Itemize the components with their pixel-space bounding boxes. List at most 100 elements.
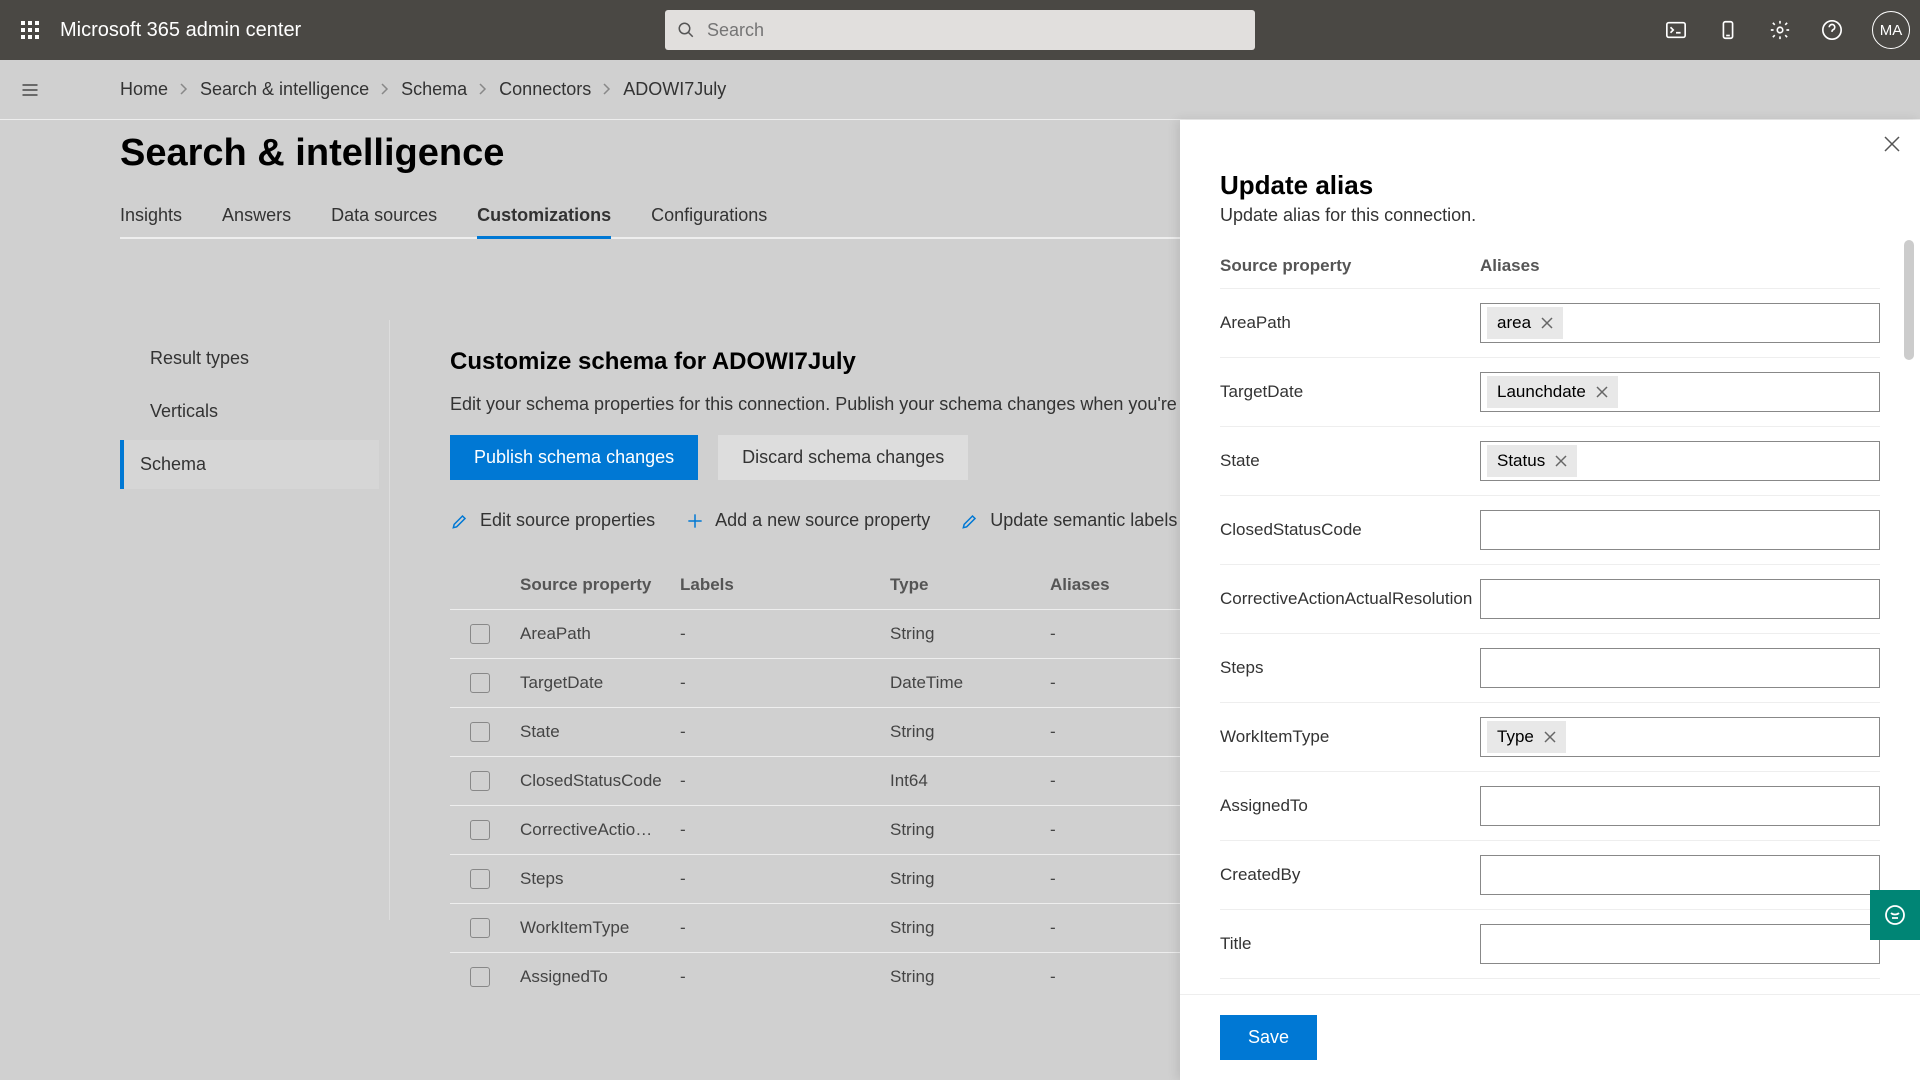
search-box[interactable] bbox=[665, 10, 1255, 50]
alias-input[interactable] bbox=[1480, 510, 1880, 550]
tab-answers[interactable]: Answers bbox=[222, 195, 291, 239]
row-checkbox[interactable] bbox=[470, 673, 490, 693]
chip-remove-icon[interactable] bbox=[1544, 731, 1556, 743]
add-property-action[interactable]: Add a new source property bbox=[685, 510, 930, 531]
tab-data-sources[interactable]: Data sources bbox=[331, 195, 437, 239]
alias-chip: Launchdate bbox=[1487, 376, 1618, 408]
row-checkbox[interactable] bbox=[470, 918, 490, 938]
row-checkbox[interactable] bbox=[470, 820, 490, 840]
settings-icon[interactable] bbox=[1768, 18, 1792, 42]
alias-input[interactable]: Type bbox=[1480, 717, 1880, 757]
cell-aliases: - bbox=[1050, 722, 1190, 742]
alias-property-name: TargetDate bbox=[1220, 382, 1480, 402]
cell-type: String bbox=[890, 820, 1050, 840]
col-source-property: Source property bbox=[520, 575, 680, 595]
chevron-right-icon bbox=[379, 79, 391, 100]
menu-toggle-icon[interactable] bbox=[0, 80, 60, 100]
head-aliases: Aliases bbox=[1480, 256, 1880, 276]
alias-chip: Status bbox=[1487, 445, 1577, 477]
avatar[interactable]: MA bbox=[1872, 11, 1910, 49]
chip-remove-icon[interactable] bbox=[1596, 386, 1608, 398]
scrollbar[interactable] bbox=[1904, 240, 1914, 360]
tabs: Insights Answers Data sources Customizat… bbox=[120, 195, 1300, 239]
close-icon[interactable] bbox=[1884, 136, 1900, 157]
alias-property-name: AssignedTo bbox=[1220, 796, 1480, 816]
breadcrumb-item[interactable]: Search & intelligence bbox=[200, 79, 369, 100]
cell-labels: - bbox=[680, 624, 890, 644]
publish-button[interactable]: Publish schema changes bbox=[450, 435, 698, 480]
discard-button[interactable]: Discard schema changes bbox=[718, 435, 968, 480]
chip-remove-icon[interactable] bbox=[1555, 455, 1567, 467]
alias-row: AreaPath area bbox=[1220, 289, 1880, 358]
panel-subtitle: Update alias for this connection. bbox=[1220, 205, 1880, 226]
app-launcher-icon[interactable] bbox=[10, 10, 50, 50]
help-icon[interactable] bbox=[1820, 18, 1844, 42]
chevron-right-icon bbox=[477, 79, 489, 100]
alias-row: State Status bbox=[1220, 427, 1880, 496]
alias-input[interactable] bbox=[1480, 855, 1880, 895]
action-label: Edit source properties bbox=[480, 510, 655, 531]
alias-input[interactable]: Launchdate bbox=[1480, 372, 1880, 412]
alias-input[interactable]: area bbox=[1480, 303, 1880, 343]
alias-property-name: AreaPath bbox=[1220, 313, 1480, 333]
pencil-icon bbox=[450, 511, 470, 531]
mobile-icon[interactable] bbox=[1716, 18, 1740, 42]
main-area: Home Search & intelligence Schema Connec… bbox=[0, 60, 1920, 1080]
search-icon bbox=[677, 21, 695, 39]
tab-configurations[interactable]: Configurations bbox=[651, 195, 767, 239]
cell-aliases: - bbox=[1050, 820, 1190, 840]
cell-aliases: - bbox=[1050, 869, 1190, 889]
alias-chip: Type bbox=[1487, 721, 1566, 753]
alias-property-name: State bbox=[1220, 451, 1480, 471]
cell-aliases: - bbox=[1050, 673, 1190, 693]
chevron-right-icon bbox=[178, 79, 190, 100]
alias-row: WorkItemTypeType bbox=[1220, 703, 1880, 772]
breadcrumb: Home Search & intelligence Schema Connec… bbox=[120, 79, 726, 100]
chip-remove-icon[interactable] bbox=[1541, 317, 1553, 329]
edit-properties-action[interactable]: Edit source properties bbox=[450, 510, 655, 531]
breadcrumb-item[interactable]: Connectors bbox=[499, 79, 591, 100]
alias-input[interactable] bbox=[1480, 579, 1880, 619]
nav-schema[interactable]: Schema bbox=[120, 440, 379, 489]
cell-name: ClosedStatusCode bbox=[520, 771, 680, 791]
action-label: Add a new source property bbox=[715, 510, 930, 531]
nav-verticals[interactable]: Verticals bbox=[130, 387, 379, 436]
brand-title: Microsoft 365 admin center bbox=[60, 19, 301, 42]
chip-label: Status bbox=[1497, 451, 1545, 471]
tab-insights[interactable]: Insights bbox=[120, 195, 182, 239]
row-checkbox[interactable] bbox=[470, 869, 490, 889]
search-input[interactable] bbox=[707, 20, 1243, 41]
breadcrumb-item[interactable]: Schema bbox=[401, 79, 467, 100]
alias-input[interactable] bbox=[1480, 648, 1880, 688]
col-aliases: Aliases bbox=[1050, 575, 1190, 595]
cell-labels: - bbox=[680, 722, 890, 742]
row-checkbox[interactable] bbox=[470, 722, 490, 742]
col-labels: Labels bbox=[680, 575, 890, 595]
cell-labels: - bbox=[680, 673, 890, 693]
nav-result-types[interactable]: Result types bbox=[130, 334, 379, 383]
header-actions: MA bbox=[1664, 11, 1910, 49]
cell-labels: - bbox=[680, 967, 890, 987]
breadcrumb-item[interactable]: Home bbox=[120, 79, 168, 100]
feedback-button[interactable] bbox=[1870, 890, 1920, 940]
breadcrumb-item[interactable]: ADOWI7July bbox=[623, 79, 726, 100]
row-checkbox[interactable] bbox=[470, 771, 490, 791]
alias-row: AssignedTo bbox=[1220, 772, 1880, 841]
chip-label: area bbox=[1497, 313, 1531, 333]
row-checkbox[interactable] bbox=[470, 624, 490, 644]
cell-aliases: - bbox=[1050, 771, 1190, 791]
alias-table-header: Source property Aliases bbox=[1220, 256, 1880, 289]
alias-input[interactable] bbox=[1480, 924, 1880, 964]
alias-input[interactable] bbox=[1480, 786, 1880, 826]
cell-type: String bbox=[890, 869, 1050, 889]
alias-property-name: ClosedStatusCode bbox=[1220, 520, 1480, 540]
alias-row: ClosedStatusCode bbox=[1220, 496, 1880, 565]
cell-name: Steps bbox=[520, 869, 680, 889]
row-checkbox[interactable] bbox=[470, 967, 490, 987]
update-labels-action[interactable]: Update semantic labels bbox=[960, 510, 1177, 531]
save-button[interactable]: Save bbox=[1220, 1015, 1317, 1060]
panel-body: Update alias Update alias for this conne… bbox=[1180, 120, 1920, 994]
alias-input[interactable]: Status bbox=[1480, 441, 1880, 481]
tab-customizations[interactable]: Customizations bbox=[477, 195, 611, 239]
cloud-shell-icon[interactable] bbox=[1664, 18, 1688, 42]
